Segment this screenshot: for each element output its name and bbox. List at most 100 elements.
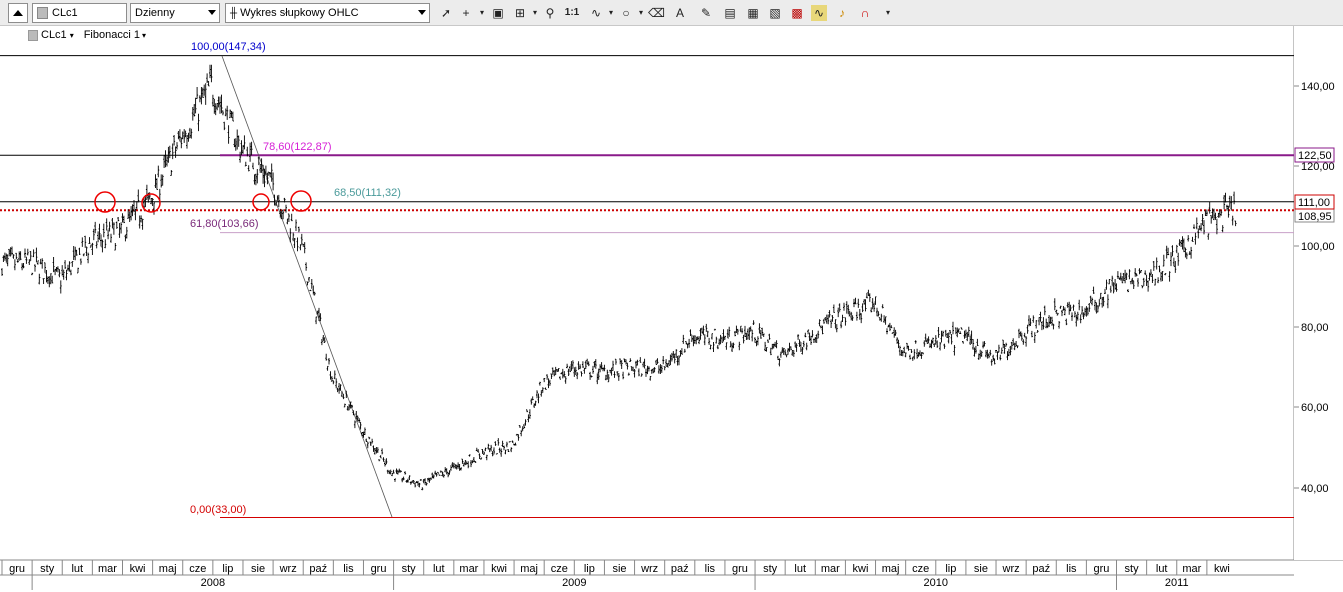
fib-trendline[interactable] bbox=[221, 55, 393, 518]
ohlc-bar bbox=[949, 330, 952, 335]
ohlc-bar bbox=[227, 125, 230, 144]
chevron-down-icon[interactable]: ▾ bbox=[474, 5, 490, 21]
ohlc-bar bbox=[71, 261, 74, 267]
ohlc-bar bbox=[1052, 323, 1055, 330]
zoom-1to1-button[interactable]: 1:1 bbox=[562, 5, 582, 21]
ohlc-bar bbox=[421, 487, 424, 491]
chevron-down-icon[interactable]: ▾ bbox=[527, 5, 543, 21]
ohlc-bar bbox=[871, 298, 874, 310]
ohlc-bar bbox=[805, 342, 808, 351]
ohlc-bar bbox=[1061, 310, 1063, 317]
y-axis-panel[interactable] bbox=[1294, 26, 1343, 560]
alarm-icon[interactable]: ♪ bbox=[834, 5, 850, 21]
ohlc-bar bbox=[931, 337, 934, 344]
grid-icon[interactable]: ⊞ bbox=[512, 5, 528, 21]
ohlc-bar bbox=[837, 307, 840, 318]
ohlc-bar bbox=[94, 221, 97, 234]
ohlc-bar bbox=[1079, 314, 1082, 324]
x-tick-label: mar bbox=[821, 563, 840, 575]
ohlc-bar bbox=[574, 366, 577, 375]
ohlc-bar bbox=[504, 449, 507, 455]
ohlc-bar bbox=[526, 409, 528, 413]
ohlc-bar bbox=[1043, 305, 1046, 316]
ohlc-bar bbox=[1005, 342, 1008, 347]
ohlc-bar bbox=[777, 355, 779, 360]
ohlc-bar bbox=[1177, 252, 1180, 266]
marker-circle[interactable] bbox=[290, 190, 312, 212]
ohlc-bar bbox=[329, 371, 332, 380]
magnet-icon[interactable]: ∩ bbox=[857, 5, 873, 21]
crosshair-icon[interactable]: + bbox=[458, 5, 474, 21]
layers-icon[interactable]: ▩ bbox=[789, 5, 805, 21]
zoom-icon[interactable]: ⚲ bbox=[542, 5, 558, 21]
x-tick-label: maj bbox=[520, 563, 538, 575]
cursor-icon[interactable]: ➚ bbox=[438, 5, 454, 21]
ohlc-bar bbox=[389, 469, 392, 475]
chart-type-select[interactable]: ╫ Wykres słupkowy OHLC bbox=[225, 3, 430, 23]
ohlc-bar bbox=[744, 325, 746, 337]
ohlc-bar bbox=[642, 362, 645, 368]
ohlc-bar bbox=[527, 414, 530, 423]
ohlc-bar bbox=[954, 327, 957, 335]
ohlc-bar bbox=[98, 223, 101, 240]
ohlc-bar bbox=[960, 327, 963, 330]
more-icon[interactable]: ▾ bbox=[880, 5, 896, 21]
ohlc-bar bbox=[550, 373, 553, 379]
text-icon[interactable]: A bbox=[672, 5, 688, 21]
info-icon[interactable]: ▣ bbox=[490, 5, 506, 21]
ohlc-bar bbox=[876, 307, 878, 317]
template-icon[interactable]: ▤ bbox=[722, 5, 738, 21]
template-icon[interactable]: ▦ bbox=[745, 5, 761, 21]
price-chart[interactable]: 100,00(147,34) 78,60(122,87) 68,50(111,3… bbox=[0, 26, 1343, 592]
fib-label-100: 100,00(147,34) bbox=[191, 41, 266, 53]
ohlc-bar bbox=[16, 259, 19, 263]
ohlc-bar bbox=[372, 445, 375, 452]
chevron-down-icon[interactable]: ▾ bbox=[603, 5, 619, 21]
ohlc-bar bbox=[592, 365, 594, 374]
chevron-down-icon[interactable]: ▾ bbox=[633, 5, 649, 21]
ohlc-bar bbox=[365, 438, 368, 442]
pencil-icon[interactable]: ✎ bbox=[698, 5, 714, 21]
x-axis: gru sty lut mar kwi maj cze lip sie wrz paź lis gru s… bbox=[0, 560, 1294, 590]
wave-icon[interactable]: ∿ bbox=[811, 5, 827, 21]
ohlc-bar bbox=[676, 355, 679, 366]
ohlc-bar bbox=[160, 174, 163, 188]
ohlc-bar bbox=[204, 83, 207, 105]
ohlc-bar bbox=[170, 170, 173, 176]
interval-select[interactable]: Dzienny bbox=[130, 3, 220, 23]
ohlc-bar bbox=[845, 301, 848, 314]
ohlc-bar bbox=[533, 403, 536, 408]
ohlc-bar bbox=[835, 324, 838, 333]
ohlc-bar bbox=[617, 373, 620, 381]
ohlc-bar bbox=[1154, 278, 1157, 286]
layers-icon[interactable]: ▧ bbox=[767, 5, 783, 21]
ohlc-bar bbox=[689, 329, 692, 336]
ohlc-bar bbox=[89, 244, 92, 248]
eraser-icon[interactable]: ⌫ bbox=[648, 5, 665, 21]
ohlc-bar bbox=[1032, 315, 1035, 323]
x-tick-label: wrz bbox=[1002, 563, 1020, 575]
symbol-input[interactable]: CLc1 bbox=[32, 3, 127, 23]
ohlc-bar bbox=[1055, 309, 1058, 314]
ohlc-bar bbox=[913, 349, 916, 360]
ohlc-bar bbox=[1003, 344, 1006, 354]
ohlc-bar bbox=[131, 204, 134, 217]
ohlc-bar bbox=[705, 323, 708, 332]
ohlc-bar bbox=[497, 438, 500, 446]
ellipse-icon[interactable]: ○ bbox=[618, 5, 634, 21]
ohlc-bar bbox=[3, 252, 6, 261]
ohlc-bar bbox=[408, 475, 411, 480]
ohlc-bar bbox=[59, 280, 62, 294]
interval-value: Dzienny bbox=[135, 7, 175, 19]
ohlc-bar bbox=[652, 368, 655, 374]
ohlc-bar bbox=[467, 461, 470, 469]
ohlc-bar bbox=[293, 238, 296, 248]
indicator-icon[interactable]: ∿ bbox=[588, 5, 604, 21]
x-tick-label: lip bbox=[584, 563, 595, 575]
ohlc-bar bbox=[914, 340, 917, 344]
ohlc-bar bbox=[394, 478, 396, 482]
ohlc-bar bbox=[811, 330, 814, 338]
ohlc-bar bbox=[767, 339, 769, 343]
ohlc-bar bbox=[501, 440, 504, 447]
collapse-button[interactable] bbox=[8, 3, 28, 23]
